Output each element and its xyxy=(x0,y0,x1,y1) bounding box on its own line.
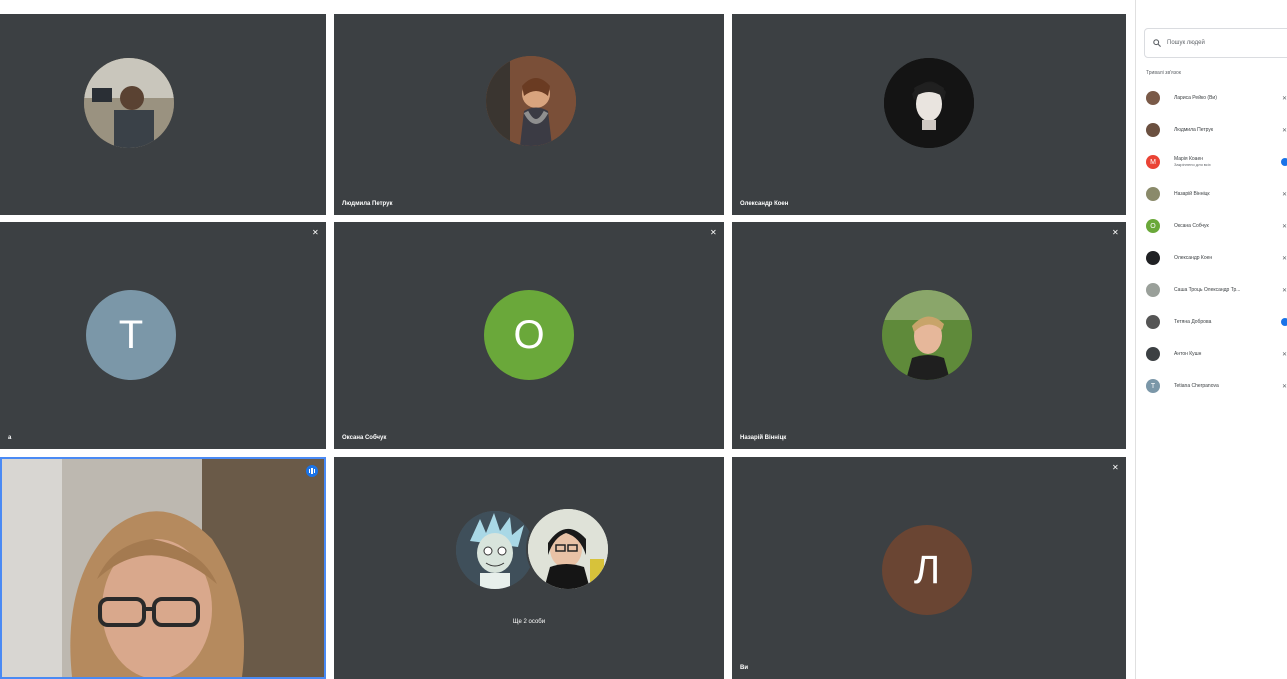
participant-row[interactable]: Олександр Коен ✕ xyxy=(1146,248,1287,268)
participant-row[interactable]: О Оксана Собчук ✕ xyxy=(1146,216,1287,236)
participant-name: Олександр Коен xyxy=(1174,255,1212,261)
mic-off-icon: ✕ xyxy=(1112,228,1119,237)
self-video-tile[interactable] xyxy=(0,457,326,679)
participant-tile[interactable] xyxy=(0,14,326,215)
section-title: Тривалі зв'язок xyxy=(1146,70,1181,76)
mic-off-icon: ✕ xyxy=(710,228,717,237)
participant-name-text: Тетяна Доброва xyxy=(1174,319,1212,325)
participant-avatar xyxy=(1146,91,1160,105)
participant-avatar xyxy=(1146,283,1160,297)
avatar-person xyxy=(526,507,610,591)
avatar: Т xyxy=(86,290,176,380)
mic-off-icon[interactable]: ✕ xyxy=(1282,351,1287,358)
mic-off-icon[interactable]: ✕ xyxy=(1282,383,1287,390)
participant-name: Tetiana Cherpanova xyxy=(1174,383,1219,389)
avatar: Л xyxy=(882,525,972,615)
participant-tile[interactable]: Олександр Коен xyxy=(732,14,1126,215)
avatar xyxy=(882,290,972,380)
video-grid: Людмила Петрук Олександр Коен ✕ Т а ✕ О … xyxy=(0,0,1135,679)
participant-name: Людмила Петрук xyxy=(342,201,393,207)
participant-avatar xyxy=(1146,315,1160,329)
participant-name: Ви xyxy=(740,665,749,671)
participant-row[interactable]: Назарій Вінніцк ✕ xyxy=(1146,184,1287,204)
participant-subtitle: Закріплено для всіх xyxy=(1174,162,1211,167)
participant-name-text: Антон Кушн xyxy=(1174,351,1202,357)
avatar-initial: Л xyxy=(913,547,941,592)
participant-avatar: М xyxy=(1146,155,1160,169)
participant-name-text: Лариса Рейко (Ви) xyxy=(1174,95,1217,101)
self-video-feed xyxy=(2,459,324,677)
participant-tile[interactable]: Людмила Петрук xyxy=(334,14,724,215)
person-photo-icon xyxy=(884,58,974,148)
participant-avatar xyxy=(1146,187,1160,201)
person-photo-icon xyxy=(528,509,608,589)
mic-off-icon: ✕ xyxy=(312,228,319,237)
participant-name: Назарій Вінніцк xyxy=(1174,191,1210,197)
participant-tile[interactable]: ✕ Л Ви xyxy=(732,457,1126,679)
participant-avatar xyxy=(1146,347,1160,361)
search-icon xyxy=(1153,39,1161,47)
avatar-initial: О xyxy=(513,312,545,357)
mic-active-icon[interactable] xyxy=(1281,318,1287,326)
mic-off-icon[interactable]: ✕ xyxy=(1282,127,1287,134)
avatar xyxy=(84,58,174,148)
people-panel: Пошук людей Тривалі зв'язок Лариса Рейко… xyxy=(1135,0,1287,679)
participant-avatar: T xyxy=(1146,379,1160,393)
participant-row[interactable]: Людмила Петрук ✕ xyxy=(1146,120,1287,140)
participant-name-text: Олександр Коен xyxy=(1174,255,1213,261)
participant-name-text: Назарій Вінніцк xyxy=(1174,191,1210,197)
participant-tile-group[interactable]: Ще 2 особи xyxy=(334,457,724,679)
participant-name: Саша Троць Олександр Тр... xyxy=(1174,287,1240,293)
avatar xyxy=(486,56,576,146)
participant-row[interactable]: Саша Троць Олександр Тр... ✕ xyxy=(1146,280,1287,300)
participant-name-text: Tetiana Cherpanova xyxy=(1174,383,1219,389)
participant-tile[interactable]: ✕ Назарій Вінніцк xyxy=(732,222,1126,449)
person-photo-icon xyxy=(84,58,174,148)
participant-name: Назарій Вінніцк xyxy=(740,435,787,441)
participant-row[interactable]: Антон Кушн ✕ xyxy=(1146,344,1287,364)
participant-name: Оксана Собчук xyxy=(1174,223,1209,229)
participant-name: Оксана Собчук xyxy=(342,435,387,441)
participant-name: Лариса Рейко (Ви) xyxy=(1174,95,1217,101)
participant-row[interactable]: Лариса Рейко (Ви) ✕ xyxy=(1146,88,1287,108)
person-photo-icon xyxy=(882,290,972,380)
participant-name-text: Саша Троць Олександр Тр... xyxy=(1174,287,1241,293)
participant-row[interactable]: Тетяна Доброва xyxy=(1146,312,1287,332)
participant-name-text: Оксана Собчук xyxy=(1174,223,1209,229)
mic-active-icon[interactable] xyxy=(1281,158,1287,166)
more-people-label: Ще 2 особи xyxy=(512,619,546,625)
participant-avatar xyxy=(1146,123,1160,137)
search-people-input[interactable]: Пошук людей xyxy=(1144,28,1287,58)
avatar-initial: Т xyxy=(118,312,144,357)
mic-off-icon[interactable]: ✕ xyxy=(1282,191,1287,198)
participant-name: а xyxy=(8,435,12,441)
avatar xyxy=(884,58,974,148)
participant-avatar: О xyxy=(1146,219,1160,233)
cartoon-avatar-icon xyxy=(456,511,534,589)
speaking-indicator-icon xyxy=(306,465,318,477)
participant-row[interactable]: М Марія Коаен Закріплено для всіх xyxy=(1146,152,1287,172)
mic-off-icon[interactable]: ✕ xyxy=(1282,287,1287,294)
participant-tile[interactable]: ✕ Т а xyxy=(0,222,326,449)
person-photo-icon xyxy=(486,56,576,146)
participant-name: Антон Кушн xyxy=(1174,351,1201,357)
participant-row[interactable]: T Tetiana Cherpanova ✕ xyxy=(1146,376,1287,396)
mic-off-icon[interactable]: ✕ xyxy=(1282,223,1287,230)
participant-name: Людмила Петрук xyxy=(1174,127,1213,133)
participant-tile[interactable]: ✕ О Оксана Собчук xyxy=(334,222,724,449)
mic-off-icon[interactable]: ✕ xyxy=(1282,95,1287,102)
participant-name-text: Людмила Петрук xyxy=(1174,127,1214,133)
avatar: О xyxy=(484,290,574,380)
participant-avatar xyxy=(1146,251,1160,265)
mic-off-icon: ✕ xyxy=(1112,463,1119,472)
participant-name: Тетяна Доброва xyxy=(1174,319,1211,325)
avatar-rick xyxy=(456,511,534,589)
mic-off-icon[interactable]: ✕ xyxy=(1282,255,1287,262)
search-placeholder: Пошук людей xyxy=(1167,40,1205,46)
participant-name: Олександр Коен xyxy=(740,201,789,207)
participant-name: Марія Коаен Закріплено для всіх xyxy=(1174,156,1211,168)
